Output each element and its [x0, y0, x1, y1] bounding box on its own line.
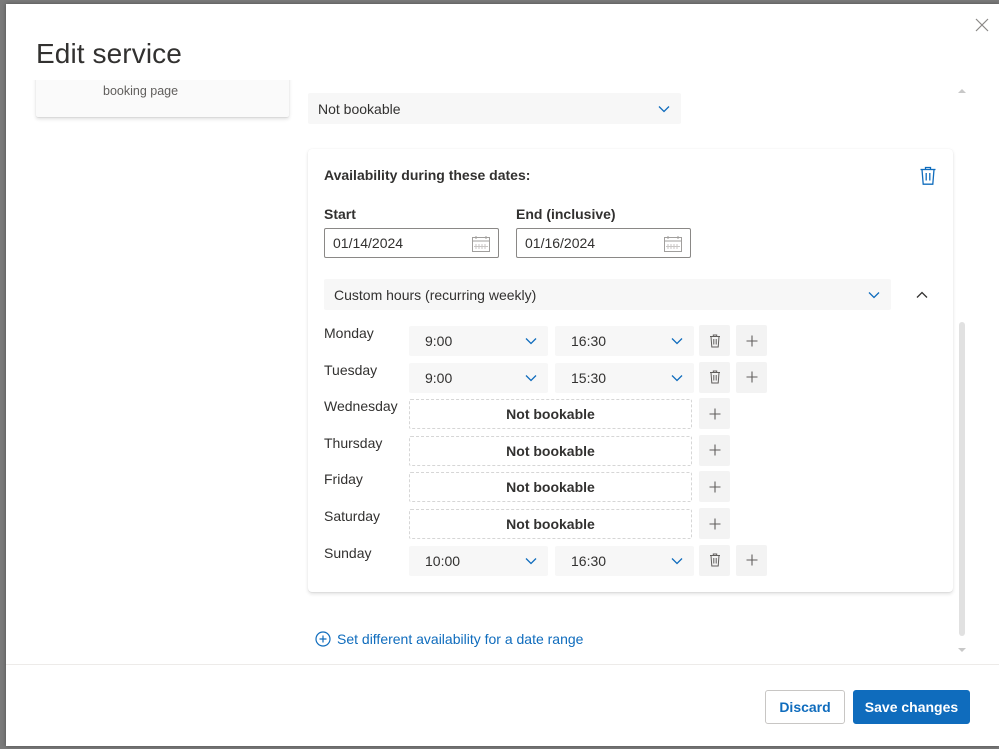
not-bookable-slot: Not bookable: [409, 509, 692, 539]
booking-page-text: booking page: [103, 84, 179, 98]
add-date-range-link[interactable]: Set different availability for a date ra…: [315, 631, 583, 647]
end-time-value: 15:30: [571, 369, 607, 386]
add-date-range-label: Set different availability for a date ra…: [337, 631, 584, 647]
start-time-value: 10:00: [425, 552, 461, 569]
delete-hours-button[interactable]: [699, 325, 730, 356]
chevron-down-icon: [671, 557, 683, 565]
start-time-dropdown[interactable]: 9:00: [409, 326, 548, 356]
end-date-field[interactable]: [516, 228, 691, 258]
add-hours-button[interactable]: [699, 508, 730, 539]
add-hours-button[interactable]: [699, 471, 730, 503]
close-icon: [975, 18, 989, 32]
not-bookable-slot: Not bookable: [409, 435, 692, 466]
day-label: Friday: [324, 471, 363, 488]
day-label: Monday: [324, 325, 374, 341]
scroll-down-arrow[interactable]: [958, 648, 966, 652]
close-button[interactable]: [971, 14, 993, 36]
save-changes-button[interactable]: Save changes: [853, 690, 970, 724]
day-label: Tuesday: [324, 361, 378, 378]
add-hours-button[interactable]: [736, 325, 767, 356]
plus-icon: [746, 371, 757, 383]
chevron-down-icon: [525, 338, 537, 345]
availability-heading: Availability during these dates:: [324, 167, 531, 183]
chevron-down-icon: [658, 105, 670, 112]
plus-icon: [746, 335, 757, 346]
add-hours-button[interactable]: [736, 544, 767, 576]
availability-card: Availability during these dates: Start 0…: [308, 149, 953, 592]
not-bookable-slot: Not bookable: [409, 399, 692, 430]
scrollbar-thumb[interactable]: [959, 322, 965, 636]
add-hours-button[interactable]: [699, 398, 730, 430]
end-time-value: 16:30: [571, 333, 607, 349]
add-circle-icon: [315, 631, 331, 647]
start-time-value: 9:00: [425, 369, 453, 386]
day-label: Sunday: [324, 544, 372, 561]
plus-icon: [709, 408, 720, 420]
end-time-dropdown[interactable]: 15:30: [555, 362, 694, 393]
scroll-up-arrow[interactable]: [958, 89, 966, 93]
collapse-button[interactable]: [912, 285, 932, 305]
end-date-label: End (inclusive): [516, 206, 616, 222]
not-bookable-slot: Not bookable: [409, 472, 692, 503]
plus-icon: [746, 554, 757, 566]
trash-icon: [709, 370, 720, 384]
day-label: Thursday: [324, 434, 383, 451]
dialog-title: Edit service: [36, 38, 182, 69]
chevron-down-icon: [868, 291, 880, 298]
start-time-dropdown[interactable]: 9:00: [409, 362, 548, 393]
default-availability-dropdown[interactable]: Not bookable: [308, 93, 681, 124]
chevron-down-icon: [525, 374, 537, 382]
delete-range-button[interactable]: [919, 166, 937, 186]
chevron-down-icon: [671, 374, 683, 382]
footer-divider: [6, 664, 999, 665]
start-date-label: Start: [324, 206, 356, 222]
plus-icon: [709, 481, 720, 493]
default-availability-value: Not bookable: [318, 100, 401, 117]
dialog-scroll-area: booking page Not bookable Availability d…: [6, 80, 999, 664]
calendar-icon[interactable]: [472, 236, 490, 252]
end-date-input[interactable]: [517, 234, 657, 252]
hours-type-value: Custom hours (recurring weekly): [334, 286, 537, 303]
start-time-dropdown[interactable]: 10:00: [409, 545, 548, 576]
start-date-input[interactable]: [325, 234, 465, 252]
edit-service-dialog: Edit service booking page Not bookable A…: [6, 4, 999, 746]
calendar-icon[interactable]: [664, 236, 682, 252]
day-label: Saturday: [324, 508, 381, 524]
trash-icon: [709, 553, 720, 567]
trash-icon: [920, 166, 936, 185]
chevron-up-icon: [916, 291, 928, 298]
add-hours-button[interactable]: [699, 434, 730, 466]
start-date-field[interactable]: [324, 228, 499, 258]
plus-icon: [709, 518, 720, 529]
end-time-dropdown[interactable]: 16:30: [555, 326, 694, 356]
chevron-down-icon: [671, 338, 683, 345]
delete-hours-button[interactable]: [699, 361, 730, 393]
chevron-down-icon: [525, 557, 537, 565]
day-label: Wednesday: [324, 398, 398, 415]
discard-button[interactable]: Discard: [765, 690, 845, 724]
hours-type-dropdown[interactable]: Custom hours (recurring weekly): [324, 279, 891, 310]
delete-hours-button[interactable]: [699, 544, 730, 576]
end-time-dropdown[interactable]: 16:30: [555, 545, 694, 576]
add-hours-button[interactable]: [736, 361, 767, 393]
booking-page-card: booking page: [36, 80, 289, 117]
start-time-value: 9:00: [425, 333, 453, 349]
plus-icon: [709, 444, 720, 456]
end-time-value: 16:30: [571, 552, 607, 569]
trash-icon: [709, 334, 720, 347]
